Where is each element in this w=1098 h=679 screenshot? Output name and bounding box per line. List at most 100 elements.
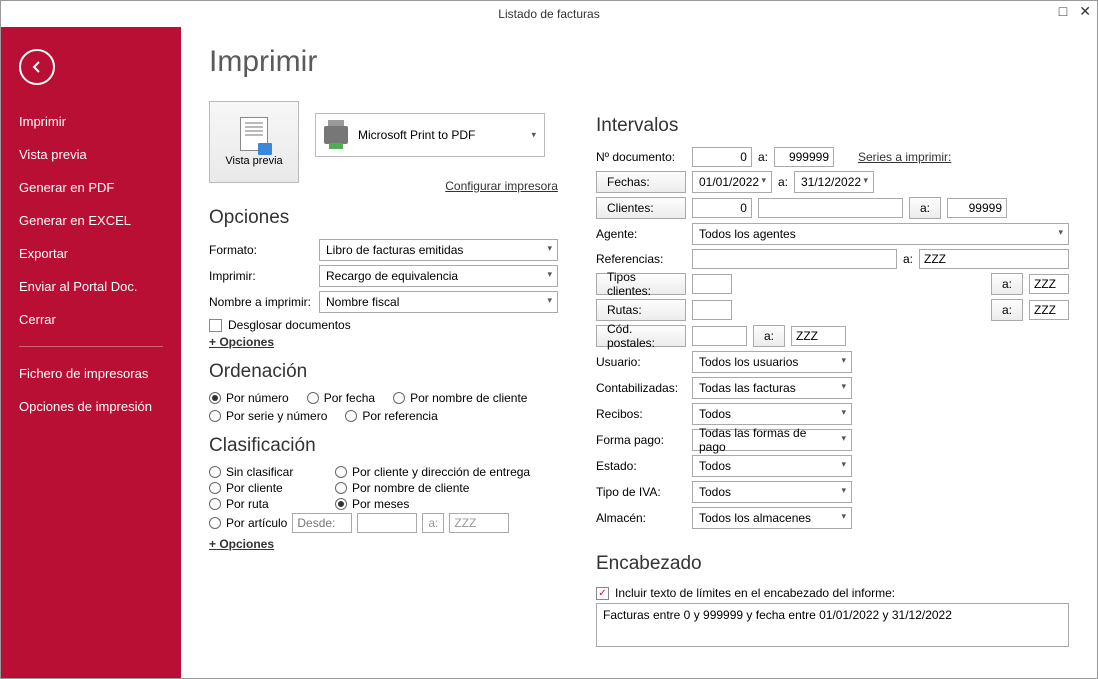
sidebar-item-opciones-impresion[interactable]: Opciones de impresión [1,390,181,423]
cliente-to-input[interactable] [947,198,1007,218]
radio-por-referencia[interactable]: Por referencia [345,409,437,423]
radio-por-articulo[interactable]: Por artículo [209,516,287,530]
radio-por-meses[interactable]: Por meses [335,497,558,511]
maximize-icon[interactable]: □ [1059,3,1067,20]
vista-previa-button[interactable]: Vista previa [209,101,299,183]
sidebar: Imprimir Vista previa Generar en PDF Gen… [1,27,181,678]
rutas-from-input[interactable] [692,300,732,320]
doc-a-label: a: [758,150,768,164]
sidebar-separator [19,346,163,347]
radio-por-fecha[interactable]: Por fecha [307,391,375,405]
cliente-from-name[interactable] [758,198,903,218]
clasif-a-label[interactable] [422,513,444,533]
tipos-a-button[interactable]: a: [991,273,1023,295]
ref-label: Referencias: [596,252,686,266]
fechas-button[interactable]: Fechas: [596,171,686,193]
back-button[interactable] [19,49,55,85]
clasif-desde-input[interactable] [292,513,352,533]
nombre-select[interactable]: Nombre fiscal [319,291,558,313]
tipos-button[interactable]: Tipos clientes: [596,273,686,295]
radio-cliente-direccion[interactable]: Por cliente y dirección de entrega [335,465,558,479]
usuario-label: Usuario: [596,355,686,369]
tipos-to-input[interactable] [1029,274,1069,294]
cliente-from-input[interactable] [692,198,752,218]
sidebar-item-fichero-impresoras[interactable]: Fichero de impresoras [1,357,181,390]
printer-icon [324,126,348,144]
incluir-limites-label: Incluir texto de límites en el encabezad… [615,586,895,600]
iva-select[interactable]: Todos [692,481,852,503]
clasif-desde-value[interactable] [357,513,417,533]
printer-select[interactable]: Microsoft Print to PDF ▾ [315,113,545,157]
encabezado-heading: Encabezado [596,553,1069,575]
cp-from-input[interactable] [692,326,747,346]
rutas-button[interactable]: Rutas: [596,299,686,321]
forma-select[interactable]: Todas las formas de pago [692,429,852,451]
radio-por-nombre-cliente[interactable]: Por nombre de cliente [393,391,527,405]
cp-to-input[interactable] [791,326,846,346]
titlebar: Listado de facturas □ ✕ [1,1,1097,27]
contab-label: Contabilizadas: [596,381,686,395]
imprimir-select[interactable]: Recargo de equivalencia [319,265,558,287]
almacen-select[interactable]: Todos los almacenes [692,507,852,529]
incluir-limites-checkbox[interactable]: ✓ [596,587,609,600]
desglosar-checkbox[interactable] [209,319,222,332]
radio-por-ruta[interactable]: Por ruta [209,497,329,511]
window-title: Listado de facturas [498,7,599,21]
nombre-label: Nombre a imprimir: [209,295,319,309]
cp-button[interactable]: Cód. postales: [596,325,686,347]
sidebar-item-portal-doc[interactable]: Enviar al Portal Doc. [1,270,181,303]
ref-to-input[interactable] [919,249,1069,269]
estado-label: Estado: [596,459,686,473]
rutas-a-button[interactable]: a: [991,299,1023,321]
sidebar-item-imprimir[interactable]: Imprimir [1,105,181,138]
radio-por-serie-numero[interactable]: Por serie y número [209,409,327,423]
radio-por-nombre-cliente-2[interactable]: Por nombre de cliente [335,481,558,495]
page-title: Imprimir [209,45,558,79]
radio-sin-clasificar[interactable]: Sin clasificar [209,465,329,479]
ordenacion-heading: Ordenación [209,361,558,383]
iva-label: Tipo de IVA: [596,485,686,499]
sidebar-item-excel[interactable]: Generar en EXCEL [1,204,181,237]
cp-a-button[interactable]: a: [753,325,785,347]
agente-label: Agente: [596,227,686,241]
clasificacion-heading: Clasificación [209,435,558,457]
clientes-button[interactable]: Clientes: [596,197,686,219]
tipos-from-input[interactable] [692,274,732,294]
radio-por-numero[interactable]: Por número [209,391,289,405]
intervalos-heading: Intervalos [596,115,1069,137]
sidebar-item-exportar[interactable]: Exportar [1,237,181,270]
sidebar-item-pdf[interactable]: Generar en PDF [1,171,181,204]
almacen-label: Almacén: [596,511,686,525]
agente-select[interactable]: Todos los agentes [692,223,1069,245]
clasif-mas-opciones-link[interactable]: + Opciones [209,537,558,551]
usuario-select[interactable]: Todos los usuarios [692,351,852,373]
desglosar-label: Desglosar documentos [228,318,351,332]
doc-from-input[interactable] [692,147,752,167]
fecha-to-select[interactable]: 31/12/2022 [794,171,874,193]
cliente-a-button[interactable]: a: [909,197,941,219]
doc-label: Nº documento: [596,150,686,164]
encabezado-textarea[interactable] [596,603,1069,647]
mas-opciones-link[interactable]: + Opciones [209,335,558,349]
radio-por-cliente[interactable]: Por cliente [209,481,329,495]
configure-printer-link[interactable]: Configurar impresora [445,179,558,193]
sidebar-item-cerrar[interactable]: Cerrar [1,303,181,336]
doc-to-input[interactable] [774,147,834,167]
opciones-heading: Opciones [209,207,558,229]
clasif-a-value[interactable] [449,513,509,533]
series-link[interactable]: Series a imprimir: [858,150,951,164]
contab-select[interactable]: Todas las facturas [692,377,852,399]
close-icon[interactable]: ✕ [1079,3,1091,20]
recibos-select[interactable]: Todos [692,403,852,425]
imprimir-label: Imprimir: [209,269,319,283]
recibos-label: Recibos: [596,407,686,421]
formato-label: Formato: [209,243,319,257]
ref-from-input[interactable] [692,249,897,269]
forma-label: Forma pago: [596,433,686,447]
chevron-down-icon: ▾ [531,130,536,141]
rutas-to-input[interactable] [1029,300,1069,320]
formato-select[interactable]: Libro de facturas emitidas [319,239,558,261]
estado-select[interactable]: Todos [692,455,852,477]
fecha-from-select[interactable]: 01/01/2022 [692,171,772,193]
sidebar-item-vista-previa[interactable]: Vista previa [1,138,181,171]
